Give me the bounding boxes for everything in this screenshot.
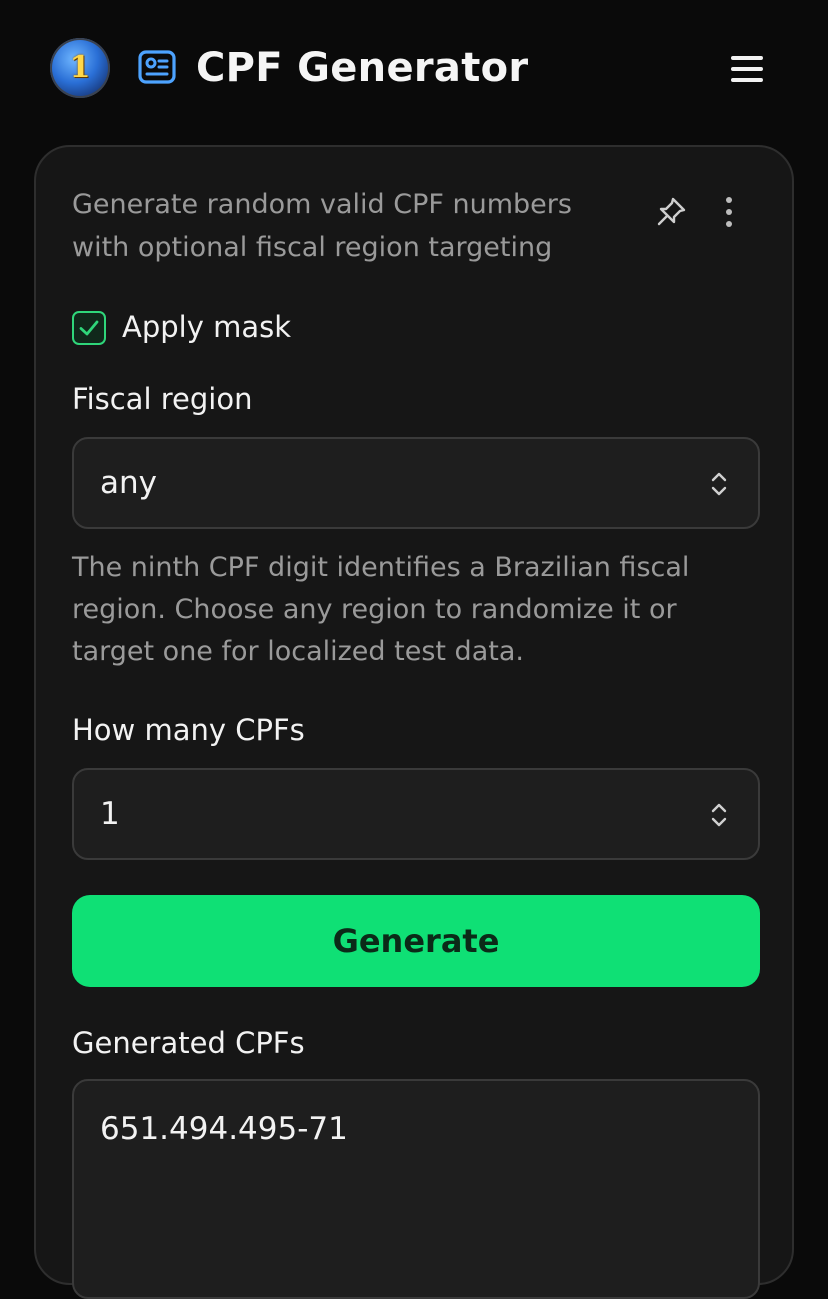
logo-numeral: 1 bbox=[69, 50, 91, 85]
generated-cpf-value: 651.494.495-71 bbox=[100, 1111, 348, 1147]
page-title: CPF Generator bbox=[196, 45, 529, 91]
chevron-up-down-icon bbox=[711, 472, 727, 496]
site-logo[interactable]: 1 bbox=[50, 38, 110, 98]
generate-button[interactable]: Generate bbox=[72, 895, 760, 987]
pin-icon[interactable] bbox=[654, 195, 688, 229]
count-select[interactable]: 1 bbox=[72, 768, 760, 860]
fiscal-region-hint: The ninth CPF digit identifies a Brazili… bbox=[72, 552, 690, 667]
more-options-button[interactable] bbox=[712, 193, 746, 231]
fiscal-region-select[interactable]: any bbox=[72, 437, 760, 529]
apply-mask-checkbox[interactable] bbox=[72, 311, 106, 345]
kebab-dot bbox=[726, 221, 732, 227]
kebab-dot bbox=[726, 209, 732, 215]
hamburger-menu-icon bbox=[731, 56, 763, 60]
tool-description: Generate random valid CPF numbers with o… bbox=[72, 189, 572, 263]
id-card-icon bbox=[138, 50, 176, 84]
app-header: 1 CPF Generator bbox=[0, 0, 828, 136]
count-label: How many CPFs bbox=[72, 713, 305, 747]
chevron-up-down-icon bbox=[711, 803, 727, 827]
hamburger-line bbox=[731, 78, 763, 82]
hamburger-line bbox=[731, 67, 763, 71]
generated-cpfs-textarea[interactable]: 651.494.495-71 bbox=[72, 1079, 760, 1299]
hamburger-menu-button[interactable] bbox=[726, 48, 768, 90]
check-icon bbox=[79, 320, 99, 336]
more-vertical-icon bbox=[726, 197, 732, 203]
apply-mask-label[interactable]: Apply mask bbox=[122, 305, 291, 349]
generator-card: Generate random valid CPF numbers with o… bbox=[34, 145, 794, 1299]
count-value: 1 bbox=[100, 796, 120, 832]
fiscal-region-label: Fiscal region bbox=[72, 382, 253, 416]
output-label: Generated CPFs bbox=[72, 1026, 305, 1060]
fiscal-region-value: any bbox=[100, 465, 157, 501]
